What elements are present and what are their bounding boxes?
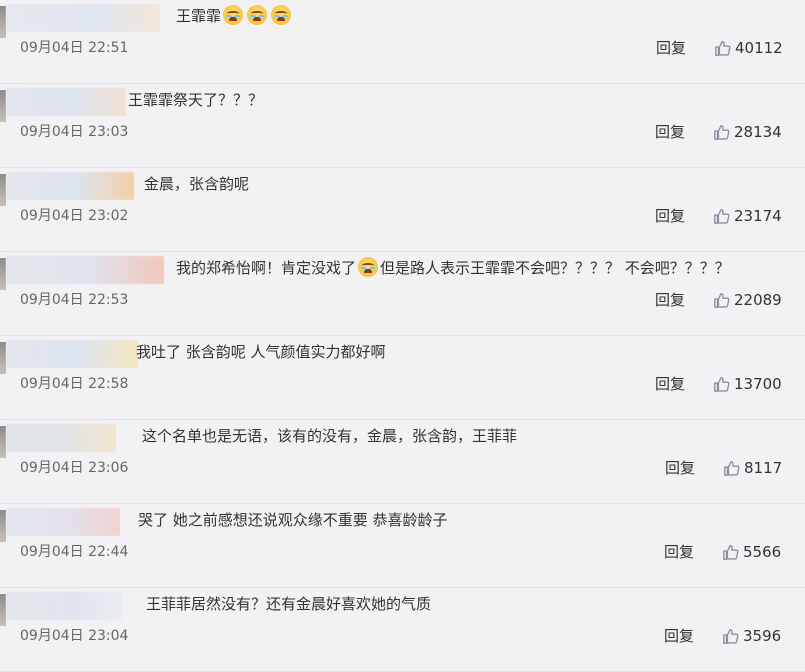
blurred-username[interactable]	[6, 172, 134, 200]
comment-text-part: 这个名单也是无语，该有的没有，金晨，张含韵，王菲菲	[142, 427, 518, 445]
thumbs-up-icon	[714, 377, 730, 392]
comment-timestamp: 09月04日 23:06	[20, 460, 129, 476]
comment-text-part: 王霏霏	[176, 7, 222, 25]
like-count: 40112	[735, 39, 783, 57]
crying-emoji-icon	[358, 257, 379, 277]
blurred-username[interactable]	[6, 592, 122, 620]
like-count: 5566	[743, 543, 782, 561]
comment-text-part: 金晨，张含韵呢	[144, 175, 250, 193]
like-button[interactable]: 5566	[722, 542, 781, 562]
reply-button[interactable]: 回复	[655, 374, 685, 394]
comment-text: 金晨，张含韵呢	[144, 172, 249, 196]
thumbs-up-icon	[723, 545, 739, 560]
comment-item: 王霏霏 09月04日 22:51 回复 40112	[0, 0, 805, 84]
thumbs-up-icon	[714, 293, 730, 308]
comment-item: 金晨，张含韵呢 09月04日 23:02 回复 23174	[0, 168, 805, 252]
comment-timestamp: 09月04日 22:53	[20, 292, 129, 308]
thumbs-up-icon	[723, 629, 739, 644]
comment-timestamp: 09月04日 23:03	[20, 124, 129, 140]
reply-button[interactable]: 回复	[655, 290, 685, 310]
reply-button[interactable]: 回复	[655, 206, 685, 226]
reply-button[interactable]: 回复	[665, 458, 695, 478]
comment-timestamp: 09月04日 22:51	[20, 40, 129, 56]
blurred-username[interactable]	[6, 508, 120, 536]
reply-button[interactable]: 回复	[664, 542, 694, 562]
reply-button[interactable]: 回复	[655, 122, 685, 142]
like-button[interactable]: 8117	[723, 458, 782, 478]
blurred-username[interactable]	[6, 4, 160, 32]
thumbs-up-icon	[724, 461, 740, 476]
blurred-username[interactable]	[6, 340, 138, 368]
comment-list: 王霏霏 09月04日 22:51 回复 40112 王霏霏祭天了？？？ 09月0…	[0, 0, 805, 672]
comment-item: 哭了 她之前感想还说观众缘不重要 恭喜龄龄子 09月04日 22:44 回复 5…	[0, 504, 805, 588]
comment-text-part: 哭了 她之前感想还说观众缘不重要 恭喜龄龄子	[138, 511, 448, 529]
comment-item: 王菲菲居然没有？还有金晨好喜欢她的气质 09月04日 23:04 回复 3596	[0, 588, 805, 672]
like-count: 3596	[743, 627, 782, 645]
comment-text: 王霏霏	[176, 4, 293, 28]
comment-text: 王霏霏祭天了？？？	[128, 88, 263, 112]
like-count: 23174	[734, 207, 782, 225]
crying-emoji-icon	[247, 5, 268, 25]
like-button[interactable]: 40112	[714, 38, 783, 58]
like-count: 13700	[734, 375, 782, 393]
like-count: 28134	[734, 123, 782, 141]
comment-text-part: 王霏霏祭天了？？？	[128, 91, 264, 109]
comment-timestamp: 09月04日 23:04	[20, 628, 129, 644]
comment-text-part: 但是路人表示王霏霏不会吧？？？？ 不会吧？？？？	[380, 259, 730, 277]
reply-button[interactable]: 回复	[664, 626, 694, 646]
blurred-username[interactable]	[6, 424, 116, 452]
like-button[interactable]: 3596	[722, 626, 781, 646]
like-button[interactable]: 22089	[713, 290, 782, 310]
crying-emoji-icon	[223, 5, 244, 25]
thumbs-up-icon	[714, 125, 730, 140]
comment-item: 王霏霏祭天了？？？ 09月04日 23:03 回复 28134	[0, 84, 805, 168]
comment-item: 我吐了 张含韵呢 人气颜值实力都好啊 09月04日 22:58 回复 13700	[0, 336, 805, 420]
like-count: 22089	[734, 291, 782, 309]
comment-text: 我吐了 张含韵呢 人气颜值实力都好啊	[136, 340, 386, 364]
like-count: 8117	[744, 459, 783, 477]
like-button[interactable]: 13700	[713, 374, 782, 394]
comment-timestamp: 09月04日 23:02	[20, 208, 129, 224]
crying-emoji-icon	[271, 5, 292, 25]
comment-text: 这个名单也是无语，该有的没有，金晨，张含韵，王菲菲	[142, 424, 517, 448]
comment-item: 我的郑希怡啊！肯定没戏了 但是路人表示王霏霏不会吧？？？？ 不会吧？？？？ 09月…	[0, 252, 805, 336]
blurred-username[interactable]	[6, 88, 126, 116]
like-button[interactable]: 23174	[713, 206, 782, 226]
reply-button[interactable]: 回复	[656, 38, 686, 58]
comment-timestamp: 09月04日 22:44	[20, 544, 129, 560]
thumbs-up-icon	[714, 209, 730, 224]
comment-item: 这个名单也是无语，该有的没有，金晨，张含韵，王菲菲 09月04日 23:06 回…	[0, 420, 805, 504]
comment-text: 王菲菲居然没有？还有金晨好喜欢她的气质	[146, 592, 431, 616]
comment-text-part: 我吐了 张含韵呢 人气颜值实力都好啊	[136, 343, 386, 361]
blurred-username[interactable]	[6, 256, 164, 284]
thumbs-up-icon	[715, 41, 731, 56]
comment-text-part: 王菲菲居然没有？还有金晨好喜欢她的气质	[146, 595, 432, 613]
comment-text: 哭了 她之前感想还说观众缘不重要 恭喜龄龄子	[138, 508, 448, 532]
comment-text-part: 我的郑希怡啊！肯定没戏了	[176, 259, 357, 277]
like-button[interactable]: 28134	[713, 122, 782, 142]
comment-text: 我的郑希怡啊！肯定没戏了 但是路人表示王霏霏不会吧？？？？ 不会吧？？？？	[176, 256, 730, 280]
comment-timestamp: 09月04日 22:58	[20, 376, 129, 392]
